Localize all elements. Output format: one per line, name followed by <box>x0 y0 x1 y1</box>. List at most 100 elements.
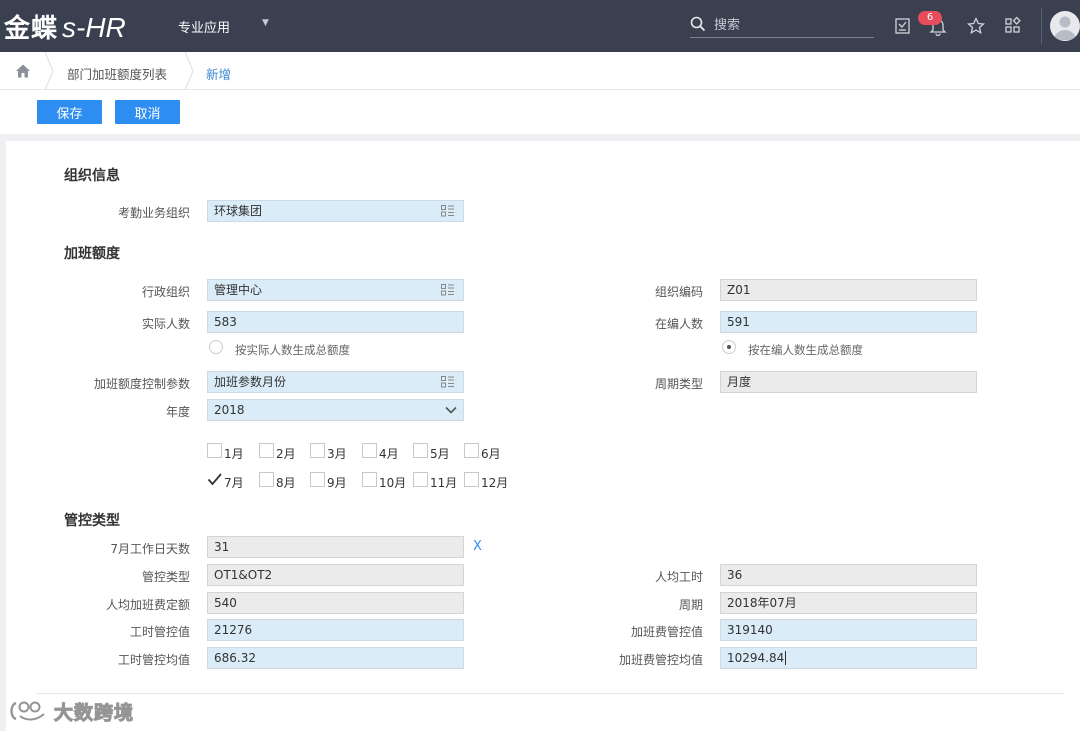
month-checkbox[interactable] <box>310 472 325 487</box>
org-code-label: 组织编码 <box>654 285 703 299</box>
month-checkbox[interactable] <box>310 443 325 458</box>
clear-button[interactable]: X <box>473 539 482 554</box>
watermark-logo-icon <box>10 701 45 721</box>
logo-product-text: s-HR <box>62 12 126 43</box>
admin-org-value: 管理中心 <box>214 283 263 297</box>
user-icon <box>1054 16 1076 40</box>
period-type-value: 月度 <box>727 375 752 389</box>
control-type-field: OT1&OT2 <box>207 564 464 586</box>
action-toolbar: 保存 取消 <box>0 90 1080 134</box>
divider <box>36 693 1064 694</box>
month-checkbox-label: 5月 <box>430 447 450 461</box>
admin-org-label: 行政组织 <box>141 285 190 299</box>
breadcrumb-separator <box>184 52 194 90</box>
app-menu-button[interactable]: 专业应用 <box>178 17 230 36</box>
attendance-org-field[interactable]: 环球集团 <box>207 200 464 222</box>
period-value: 2018年07月 <box>727 596 797 610</box>
workdays-field: 31 <box>207 536 464 558</box>
month-checkbox[interactable] <box>207 443 222 458</box>
month-checkbox[interactable] <box>259 443 274 458</box>
staff-count-label: 在编人数 <box>654 317 703 331</box>
hours-control-value: 21276 <box>214 623 253 637</box>
tasks-icon[interactable] <box>893 16 913 36</box>
fee-control-label: 加班费管控值 <box>630 625 703 639</box>
period-type-field[interactable]: 月度 <box>720 371 977 393</box>
control-param-label: 加班额度控制参数 <box>93 377 190 391</box>
org-code-value: Z01 <box>727 283 751 297</box>
fee-control-field[interactable]: 319140 <box>720 619 977 641</box>
attendance-org-label: 考勤业务组织 <box>117 206 190 220</box>
radio-by-staff-label: 按在编人数生成总额度 <box>748 343 863 357</box>
year-value: 2018 <box>214 403 245 417</box>
workdays-label: 7月工作日天数 <box>110 542 190 556</box>
fee-avg-label: 加班费管控均值 <box>618 653 703 667</box>
month-checkbox-label: 3月 <box>327 447 347 461</box>
fee-control-value: 319140 <box>727 623 773 637</box>
control-type-label: 管控类型 <box>141 570 190 584</box>
avg-fee-quota-label: 人均加班费定额 <box>105 598 190 612</box>
actual-count-field[interactable]: 583 <box>207 311 464 333</box>
section-title-ot-quota: 加班额度 <box>64 246 120 262</box>
watermark-text: 大数跨境 <box>53 701 135 724</box>
hours-avg-field[interactable]: 686.32 <box>207 647 464 669</box>
notification-badge: 6 <box>918 11 942 25</box>
month-checkbox[interactable] <box>362 443 377 458</box>
search-icon[interactable] <box>690 16 706 32</box>
breadcrumb-separator <box>44 52 54 90</box>
period-field: 2018年07月 <box>720 592 977 614</box>
cancel-button[interactable]: 取消 <box>115 100 180 124</box>
avg-hours-label: 人均工时 <box>654 570 703 584</box>
header-divider <box>1041 8 1042 44</box>
fee-avg-field[interactable]: 10294.84 <box>720 647 977 669</box>
lookup-icon[interactable] <box>441 376 455 388</box>
month-checkbox[interactable] <box>207 472 222 487</box>
watermark: 大数跨境 <box>8 698 134 724</box>
month-checkbox[interactable] <box>464 443 479 458</box>
avatar[interactable] <box>1050 11 1080 41</box>
text-cursor <box>785 651 787 665</box>
actual-count-value: 583 <box>214 315 237 329</box>
hours-control-label: 工时管控值 <box>129 625 190 639</box>
year-select[interactable]: 2018 <box>207 399 464 421</box>
month-checkbox[interactable] <box>464 472 479 487</box>
attendance-org-value: 环球集团 <box>214 204 263 218</box>
month-checkbox-label: 9月 <box>327 476 347 490</box>
search-input[interactable] <box>714 15 864 35</box>
breadcrumb-item-list[interactable]: 部门加班额度列表 <box>67 64 167 83</box>
month-checkbox[interactable] <box>259 472 274 487</box>
radio-by-actual[interactable] <box>209 340 223 354</box>
section-title-control-type: 管控类型 <box>64 513 120 529</box>
radio-by-actual-label: 按实际人数生成总额度 <box>235 343 350 357</box>
star-icon[interactable] <box>966 16 986 36</box>
month-checkbox-label: 10月 <box>379 476 407 490</box>
month-checkbox[interactable] <box>413 472 428 487</box>
staff-count-field[interactable]: 591 <box>720 311 977 333</box>
section-title-org-info: 组织信息 <box>64 168 120 184</box>
caret-down-icon[interactable]: ▼ <box>262 18 269 28</box>
search-box <box>690 12 874 38</box>
month-checkbox-label: 1月 <box>224 447 244 461</box>
control-param-field[interactable]: 加班参数月份 <box>207 371 464 393</box>
save-button[interactable]: 保存 <box>37 100 102 124</box>
home-icon[interactable] <box>14 62 32 80</box>
hours-avg-value: 686.32 <box>214 651 256 665</box>
hours-avg-label: 工时管控均值 <box>117 653 190 667</box>
radio-by-staff[interactable] <box>722 340 736 354</box>
month-checkbox-label: 8月 <box>276 476 296 490</box>
lookup-icon[interactable] <box>441 284 455 296</box>
month-checkbox[interactable] <box>362 472 377 487</box>
apps-icon[interactable] <box>1003 16 1023 36</box>
month-checkbox-label: 12月 <box>481 476 509 490</box>
staff-count-value: 591 <box>727 315 750 329</box>
avg-hours-field: 36 <box>720 564 977 586</box>
admin-org-field[interactable]: 管理中心 <box>207 279 464 301</box>
actual-count-label: 实际人数 <box>141 317 190 331</box>
logo[interactable]: 金蝶 s-HR <box>4 8 126 44</box>
avg-hours-value: 36 <box>727 568 743 582</box>
period-type-label: 周期类型 <box>654 377 703 391</box>
lookup-icon[interactable] <box>441 205 455 217</box>
form-panel <box>6 141 1080 731</box>
chevron-down-icon[interactable] <box>445 405 457 415</box>
hours-control-field[interactable]: 21276 <box>207 619 464 641</box>
month-checkbox[interactable] <box>413 443 428 458</box>
